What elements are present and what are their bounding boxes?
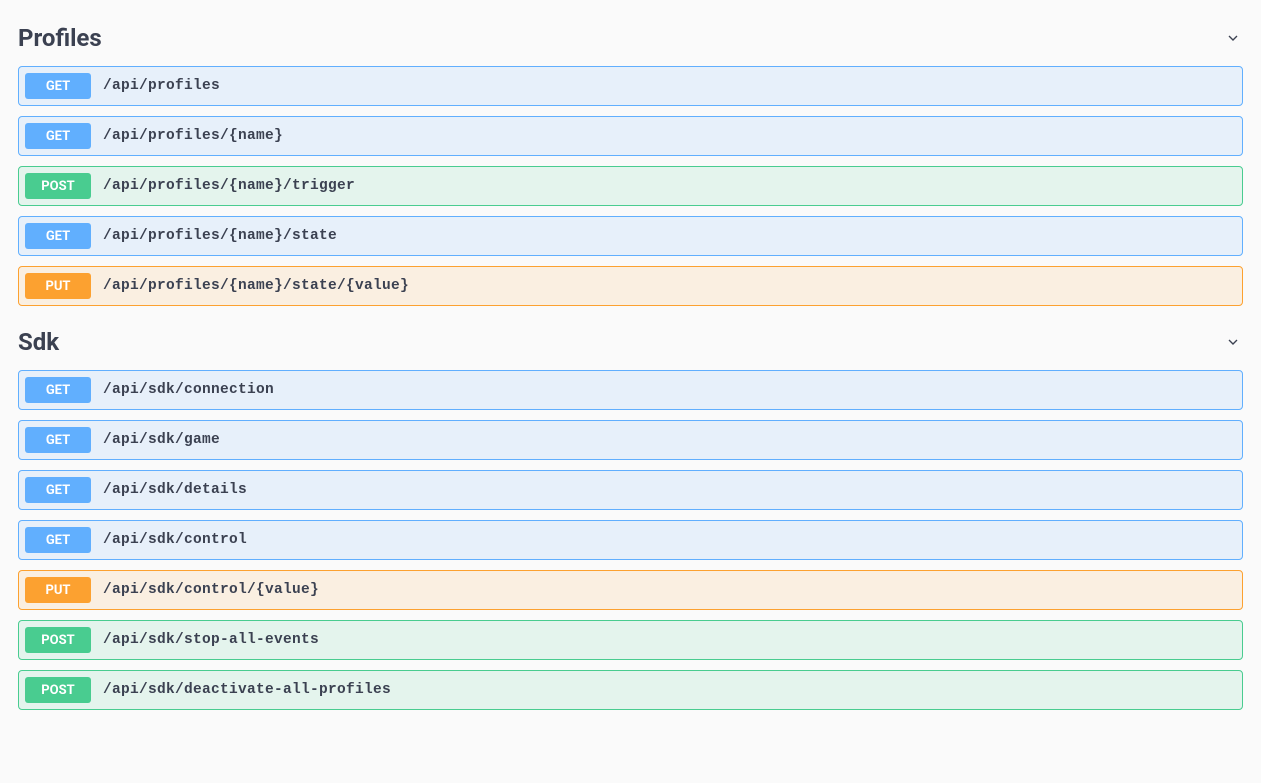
endpoint-row[interactable]: GET /api/sdk/connection xyxy=(18,370,1243,410)
endpoint-row[interactable]: POST /api/profiles/{name}/trigger xyxy=(18,166,1243,206)
http-method-badge: POST xyxy=(25,677,91,703)
http-method-badge: POST xyxy=(25,627,91,653)
http-method-badge: GET xyxy=(25,527,91,553)
section-title: Profiles xyxy=(18,24,102,52)
http-method-badge: PUT xyxy=(25,273,91,299)
section-header-profiles[interactable]: Profiles xyxy=(18,18,1243,66)
endpoint-row[interactable]: GET /api/sdk/details xyxy=(18,470,1243,510)
http-method-badge: PUT xyxy=(25,577,91,603)
endpoint-row[interactable]: PUT /api/profiles/{name}/state/{value} xyxy=(18,266,1243,306)
chevron-down-icon xyxy=(1223,332,1243,352)
endpoint-path: /api/profiles/{name}/state xyxy=(103,228,337,244)
endpoint-row[interactable]: POST /api/sdk/stop-all-events xyxy=(18,620,1243,660)
endpoint-path: /api/sdk/deactivate-all-profiles xyxy=(103,682,391,698)
endpoint-row[interactable]: GET /api/sdk/control xyxy=(18,520,1243,560)
http-method-badge: GET xyxy=(25,427,91,453)
http-method-badge: GET xyxy=(25,73,91,99)
endpoint-path: /api/profiles xyxy=(103,78,220,94)
endpoint-row[interactable]: GET /api/sdk/game xyxy=(18,420,1243,460)
endpoint-row[interactable]: GET /api/profiles xyxy=(18,66,1243,106)
http-method-badge: GET xyxy=(25,477,91,503)
endpoint-path: /api/profiles/{name} xyxy=(103,128,283,144)
endpoint-row[interactable]: POST /api/sdk/deactivate-all-profiles xyxy=(18,670,1243,710)
endpoint-path: /api/sdk/game xyxy=(103,432,220,448)
endpoint-path: /api/sdk/details xyxy=(103,482,247,498)
section-header-sdk[interactable]: Sdk xyxy=(18,316,1243,370)
endpoint-path: /api/sdk/control/{value} xyxy=(103,582,319,598)
endpoint-path: /api/sdk/connection xyxy=(103,382,274,398)
http-method-badge: POST xyxy=(25,173,91,199)
endpoint-row[interactable]: GET /api/profiles/{name}/state xyxy=(18,216,1243,256)
endpoint-path: /api/sdk/control xyxy=(103,532,247,548)
section-title: Sdk xyxy=(18,328,59,356)
endpoint-path: /api/profiles/{name}/state/{value} xyxy=(103,278,409,294)
http-method-badge: GET xyxy=(25,377,91,403)
http-method-badge: GET xyxy=(25,123,91,149)
endpoint-row[interactable]: PUT /api/sdk/control/{value} xyxy=(18,570,1243,610)
endpoint-row[interactable]: GET /api/profiles/{name} xyxy=(18,116,1243,156)
endpoint-path: /api/sdk/stop-all-events xyxy=(103,632,319,648)
chevron-down-icon xyxy=(1223,28,1243,48)
http-method-badge: GET xyxy=(25,223,91,249)
endpoint-path: /api/profiles/{name}/trigger xyxy=(103,178,355,194)
